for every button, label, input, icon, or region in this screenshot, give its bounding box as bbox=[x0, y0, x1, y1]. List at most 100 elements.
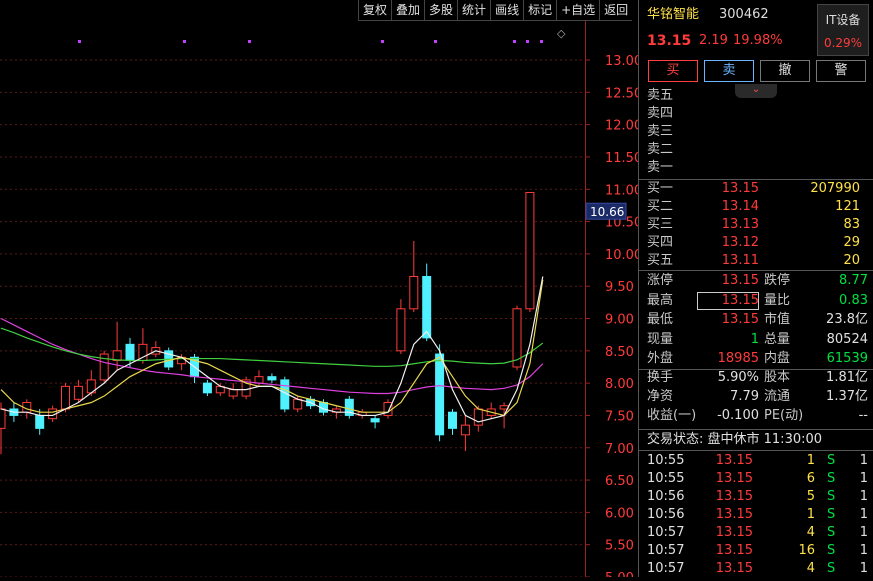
level-price: 13.12 bbox=[721, 235, 759, 250]
stat-value: 7.79 bbox=[730, 389, 759, 404]
level-volume: 121 bbox=[835, 199, 860, 214]
candle-body bbox=[422, 275, 432, 339]
y-tick-label: 11.50 bbox=[605, 151, 638, 166]
sell-level-row: 卖四 bbox=[647, 105, 868, 123]
stat-row: 净资 7.79 流通 1.37亿 bbox=[647, 388, 868, 406]
stat-value: 1.81亿 bbox=[826, 370, 868, 385]
kline-chart[interactable]: 13.0012.5012.0011.5011.0010.5010.009.509… bbox=[0, 0, 642, 581]
stat-row: 外盘 18985 内盘 61539 bbox=[647, 350, 868, 368]
buy-button[interactable]: 买 bbox=[648, 60, 698, 82]
tick-row: 10:55 13.15 1 S 1 bbox=[647, 452, 868, 470]
candle-body bbox=[293, 398, 303, 410]
alert-button[interactable]: 警 bbox=[816, 60, 866, 82]
stat-row: 最高 13.15 量比 0.83 bbox=[647, 291, 868, 310]
tick-time: 10:56 bbox=[647, 489, 685, 504]
toolbar-button-1[interactable]: 叠加 bbox=[391, 0, 425, 21]
tick-volume: 4 bbox=[806, 561, 815, 576]
y-tick-label: 6.50 bbox=[605, 474, 634, 489]
industry-name: IT设备 bbox=[825, 13, 861, 27]
tick-side: S bbox=[827, 507, 836, 522]
tick-volume: 4 bbox=[806, 525, 815, 540]
level-price: 13.11 bbox=[721, 253, 759, 268]
event-marker bbox=[381, 40, 384, 43]
tick-volume: 6 bbox=[806, 471, 815, 486]
tick-count: 1 bbox=[859, 561, 868, 576]
candle-body bbox=[202, 382, 212, 394]
quote-panel: 华铭智能 300462 IT设备 0.29% 13.15 2.19 19.98%… bbox=[638, 0, 873, 577]
candle-body bbox=[435, 353, 445, 436]
stat-label: 换手 bbox=[647, 370, 674, 385]
toolbar-button-0[interactable]: 复权 bbox=[358, 0, 392, 21]
ma-line-green bbox=[0, 327, 544, 367]
tick-side: S bbox=[827, 471, 836, 486]
stock-price: 13.15 bbox=[647, 33, 692, 49]
candle-body bbox=[35, 414, 45, 429]
stat-value: 13.15 bbox=[721, 312, 759, 327]
stat-label: 净资 bbox=[647, 389, 674, 404]
toolbar-button-6[interactable]: +自选 bbox=[556, 0, 600, 21]
candle-body bbox=[473, 408, 483, 426]
stock-code: 300462 bbox=[719, 7, 769, 22]
buy-level-row: 买一 13.15 207990 bbox=[647, 180, 868, 198]
y-tick-label: 8.00 bbox=[605, 377, 634, 392]
y-tick-label: 7.00 bbox=[605, 442, 634, 457]
toolbar-button-2[interactable]: 多股 bbox=[424, 0, 458, 21]
toolbar-button-5[interactable]: 标记 bbox=[523, 0, 557, 21]
tick-time: 10:57 bbox=[647, 525, 685, 540]
y-tick-label: 12.00 bbox=[605, 119, 638, 134]
level-label: 卖三 bbox=[647, 124, 674, 139]
y-tick-label: 9.50 bbox=[605, 280, 634, 295]
cancel-button[interactable]: 撤 bbox=[760, 60, 810, 82]
stat-value: 80524 bbox=[826, 331, 868, 347]
level-volume: 20 bbox=[843, 253, 860, 268]
sell-level-row: 卖三 bbox=[647, 123, 868, 141]
tick-volume: 5 bbox=[806, 489, 815, 504]
tick-side: S bbox=[827, 543, 836, 558]
stock-name: 华铭智能 bbox=[647, 7, 700, 22]
stat-row: 收益(一) -0.100 PE(动) -- bbox=[647, 407, 868, 425]
tick-side: S bbox=[827, 561, 836, 576]
stat-row: 现量 1 总量 80524 bbox=[647, 331, 868, 349]
kline-chart-area[interactable]: 13.0012.5012.0011.5011.0010.5010.009.509… bbox=[0, 0, 642, 581]
stat-label: 量比 bbox=[764, 292, 791, 308]
level-label: 买三 bbox=[647, 217, 674, 232]
level-label: 买五 bbox=[647, 253, 674, 268]
y-tick-label: 12.50 bbox=[605, 86, 638, 101]
y-tick-label: 7.50 bbox=[605, 409, 634, 424]
event-marker bbox=[183, 40, 186, 43]
candle-body bbox=[448, 411, 457, 429]
tick-price: 13.15 bbox=[715, 525, 753, 540]
toolbar-button-3[interactable]: 统计 bbox=[457, 0, 491, 21]
tick-price: 13.15 bbox=[715, 543, 753, 558]
tick-side: S bbox=[827, 489, 836, 504]
tick-volume: 1 bbox=[806, 507, 815, 522]
tick-price: 13.15 bbox=[715, 453, 753, 468]
stat-value: -0.100 bbox=[717, 408, 759, 423]
candle-body bbox=[254, 376, 264, 384]
event-marker bbox=[78, 40, 81, 43]
stat-label: 内盘 bbox=[764, 351, 791, 366]
buy-level-row: 买四 13.12 29 bbox=[647, 234, 868, 252]
stat-label: 总量 bbox=[764, 331, 791, 347]
tick-price: 13.15 bbox=[715, 507, 753, 522]
stock-change-pct: 19.98% bbox=[733, 33, 783, 48]
level-label: 买四 bbox=[647, 235, 674, 250]
level-label: 卖一 bbox=[647, 160, 674, 175]
stat-label: PE(动) bbox=[764, 408, 804, 423]
candle-body bbox=[267, 376, 277, 381]
candle-body bbox=[525, 191, 535, 310]
tick-row: 10:57 13.15 16 S 1 bbox=[647, 542, 868, 560]
toolbar-button-7[interactable]: 返回 bbox=[599, 0, 633, 21]
level-volume: 207990 bbox=[810, 181, 860, 196]
tick-count: 1 bbox=[859, 543, 868, 558]
y-tick-label: 5.50 bbox=[605, 539, 634, 554]
stat-value: 13.15 bbox=[697, 291, 759, 310]
level-label: 买二 bbox=[647, 199, 674, 214]
sell-button[interactable]: 卖 bbox=[704, 60, 754, 82]
toolbar-button-4[interactable]: 画线 bbox=[490, 0, 524, 21]
tick-row: 10:56 13.15 5 S 1 bbox=[647, 488, 868, 506]
stat-value: -- bbox=[858, 408, 868, 423]
candle-body bbox=[73, 385, 83, 400]
stat-value: 5.90% bbox=[717, 370, 759, 385]
candle-body bbox=[460, 424, 470, 436]
